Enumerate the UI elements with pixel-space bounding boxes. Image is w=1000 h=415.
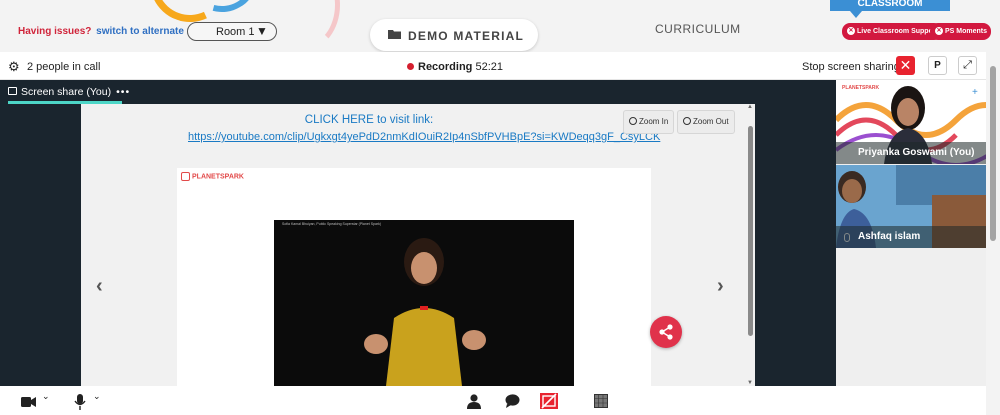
close-icon: ✕: [847, 27, 855, 36]
participant-name: Ashfaq islam: [836, 226, 986, 248]
demo-material-label: DEMO MATERIAL: [408, 29, 525, 43]
screen-share-label: Screen share (You): [21, 86, 112, 98]
ps-moments-label: PS Moments: [945, 28, 988, 35]
click-here-text: CLICK HERE to visit link:: [304, 114, 434, 126]
zoom-out-icon: [683, 116, 691, 125]
classroom-tab[interactable]: CLASSROOM: [830, 0, 950, 18]
svg-text:PLANETSPARK: PLANETSPARK: [842, 85, 880, 91]
participant-name: Priyanka Goswami (You): [836, 142, 986, 164]
live-support-button[interactable]: ✕ Live Classroom Support: [842, 23, 942, 40]
issues-text: Having issues?: [18, 26, 92, 37]
layout-icon[interactable]: [594, 394, 608, 408]
folder-icon: [388, 30, 401, 39]
planetspark-logo-icon: [181, 172, 190, 181]
video-frame: [364, 238, 486, 386]
more-options-icon[interactable]: •••: [116, 86, 130, 98]
recording-dot-icon: [407, 62, 414, 70]
participant-tile[interactable]: PLANETSPARK + Priyanka Goswami (You): [836, 80, 986, 164]
participant-tile[interactable]: Ashfaq islam: [836, 165, 986, 248]
planetspark-logo: PLANETSPARK: [181, 172, 244, 181]
caret-down-icon: ▼: [256, 24, 268, 38]
person-icon[interactable]: [467, 394, 481, 409]
mic-icon[interactable]: [74, 394, 86, 410]
screen-scrollbar[interactable]: ▲ ▼: [746, 104, 755, 386]
app-root: Having issues? switch to alternate room …: [0, 0, 1000, 415]
zoom-in-button[interactable]: Zoom In: [623, 110, 675, 134]
stop-sharing-label: Stop screen sharing: [802, 61, 900, 73]
screen-share-tab[interactable]: Screen share (You) •••: [8, 86, 130, 98]
zoom-in-icon: [629, 116, 637, 125]
bottom-toolbar: ⌄ ⌄: [0, 386, 986, 415]
curriculum-tab[interactable]: CURRICULUM: [655, 22, 741, 36]
previous-slide-icon[interactable]: ‹: [96, 275, 103, 298]
screen-icon: [8, 87, 17, 96]
youtube-link[interactable]: https://youtube.com/clip/Ugkxgt4yePdD2nm…: [188, 131, 660, 143]
room-select[interactable]: Room 1 ▼: [187, 22, 277, 41]
scroll-up-icon[interactable]: ▲: [747, 104, 753, 110]
zoom-out-label: Zoom Out: [693, 117, 729, 126]
brand-label: PLANETSPARK: [192, 173, 244, 181]
screen-share-off-icon[interactable]: [539, 392, 559, 410]
ps-moments-button[interactable]: ✕ PS Moments: [930, 23, 992, 40]
mic-options-icon[interactable]: ⌄: [93, 391, 101, 402]
chat-icon[interactable]: [505, 394, 520, 408]
scrollbar-thumb[interactable]: [748, 126, 753, 336]
camera-options-icon[interactable]: ⌄: [42, 391, 50, 402]
gear-icon[interactable]: ⚙: [8, 59, 20, 75]
camera-icon[interactable]: [21, 396, 37, 408]
people-count: 2 people in call: [27, 61, 101, 73]
video-player[interactable]: Sofia Kamal Bhuiyan, Public Speaking Sup…: [274, 220, 574, 386]
slide: PLANETSPARK Sofia Kamal Bhuiyan, Public …: [177, 168, 651, 386]
top-bar: Having issues? switch to alternate room …: [0, 0, 1000, 52]
fullscreen-icon[interactable]: ⤢: [958, 56, 977, 75]
room-select-value: Room 1: [216, 26, 255, 38]
page-scrollbar[interactable]: [986, 52, 1000, 415]
call-header: ⚙ 2 people in call Recording 52:21 Stop …: [0, 52, 986, 80]
demo-material-button[interactable]: DEMO MATERIAL: [370, 19, 538, 51]
stop-sharing-button[interactable]: ✕: [896, 56, 915, 75]
issues-notice: Having issues? switch to alternate room: [18, 26, 212, 37]
decorative-arc: [270, 0, 340, 50]
recording-label: Recording: [418, 61, 473, 73]
close-icon: ✕: [935, 27, 943, 36]
recording-status: Recording 52:21: [407, 61, 503, 73]
share-button[interactable]: [650, 316, 682, 348]
recording-time: 52:21: [475, 61, 503, 73]
zoom-in-label: Zoom In: [639, 117, 669, 126]
live-support-label: Live Classroom Support: [857, 28, 938, 35]
share-icon: [659, 324, 673, 340]
page-scrollbar-thumb[interactable]: [990, 66, 996, 241]
svg-text:+: +: [972, 87, 978, 98]
zoom-out-button[interactable]: Zoom Out: [677, 110, 735, 134]
next-slide-icon[interactable]: ›: [717, 275, 724, 298]
presenter-button[interactable]: P: [928, 56, 947, 75]
